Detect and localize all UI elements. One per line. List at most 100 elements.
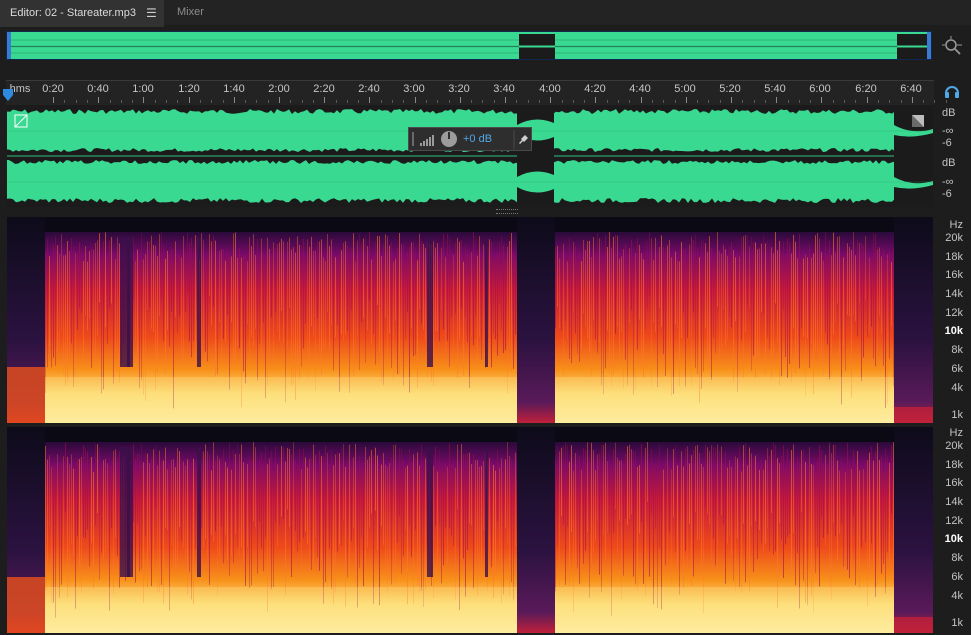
ruler-minor-tick: [75, 100, 77, 103]
ruler-minor-tick: [403, 100, 405, 103]
overview-right-handle[interactable]: [927, 32, 931, 59]
hz-label: 14k: [945, 288, 963, 300]
ruler-tick-label: 6:20: [855, 83, 877, 95]
hz-label: 18k: [945, 459, 963, 471]
ruler-minor-tick: [584, 100, 586, 103]
ruler-minor-tick: [166, 100, 167, 103]
hz-label: 1k: [951, 409, 963, 421]
ruler-major-tick: [776, 97, 778, 103]
hz-label-bold: 10k: [944, 325, 963, 337]
ruler-minor-tick: [437, 100, 439, 103]
spectrogram-channel-1: [7, 217, 933, 423]
ruler-minor-tick: [855, 100, 857, 103]
panel-resize-handle[interactable]: [496, 209, 518, 214]
ruler-minor-tick: [538, 100, 540, 103]
ruler-minor-tick: [561, 100, 563, 103]
ruler-minor-tick: [572, 100, 574, 103]
db-unit-label: dB: [942, 107, 956, 119]
ruler-minor-tick: [618, 100, 619, 103]
ruler-minor-tick: [651, 100, 653, 103]
ruler-major-tick: [459, 97, 461, 103]
ruler-tick-label: 3:40: [493, 83, 515, 95]
hz-label: 12k: [945, 307, 963, 319]
db-neg-inf-label: -∞: [942, 176, 954, 188]
ruler-minor-tick: [301, 100, 303, 103]
ruler-major-tick: [324, 97, 326, 103]
tab-menu-icon[interactable]: ☰: [146, 2, 157, 25]
hz-label: 14k: [945, 496, 963, 508]
ruler-major-tick: [595, 97, 597, 103]
ruler-minor-tick: [392, 100, 393, 103]
ruler-minor-tick: [877, 100, 879, 103]
ruler-tick-label: 3:20: [448, 83, 470, 95]
ruler-major-tick: [731, 97, 732, 103]
ruler-minor-tick: [482, 100, 484, 103]
hz-label: 12k: [945, 515, 963, 527]
hz-label: 1k: [951, 617, 963, 629]
hz-label: 16k: [945, 477, 963, 489]
ruler-minor-tick: [211, 100, 213, 103]
ruler-tick-label: 5:20: [719, 83, 741, 95]
waveform-display[interactable]: [7, 105, 933, 207]
ruler-minor-tick: [764, 100, 766, 103]
ruler-major-tick: [188, 97, 190, 103]
tab-mixer[interactable]: Mixer: [166, 0, 234, 25]
pin-icon: [519, 135, 528, 144]
hz-label: 16k: [945, 269, 963, 281]
spectral-display-left[interactable]: [7, 217, 933, 423]
hz-label: 20k: [945, 232, 963, 244]
hz-scale-1: Hz 20k 18k 16k 14k 12k 10k 8k 6k 4k 1k: [936, 217, 971, 423]
overview-navigator[interactable]: [6, 31, 932, 60]
ruler-tick-label: 1:00: [132, 83, 154, 95]
ruler-tick-label: 2:20: [313, 83, 335, 95]
tab-editor[interactable]: Editor: 02 - Stareater.mp3 ☰: [0, 0, 164, 27]
ruler-minor-tick: [923, 100, 925, 103]
ruler-minor-tick: [448, 100, 450, 103]
hz-scale-2: Hz 20k 18k 16k 14k 12k 10k 8k 6k 4k 1k: [936, 427, 971, 633]
zoom-icon[interactable]: [941, 35, 963, 57]
ruler-tick-label: 2:00: [268, 83, 290, 95]
ruler-major-tick: [279, 97, 280, 103]
ruler-tick-label: 0:40: [87, 83, 109, 95]
overview-waveform: [7, 32, 931, 59]
hz-label: 8k: [951, 552, 963, 564]
ruler-minor-tick: [86, 100, 88, 103]
ruler-minor-tick: [290, 100, 292, 103]
ruler-major-tick: [821, 97, 823, 103]
hz-label: 4k: [951, 590, 963, 602]
hz-unit-label: Hz: [949, 219, 963, 231]
hz-label-bold: 10k: [944, 533, 963, 545]
ruler-minor-tick: [832, 100, 834, 103]
ruler-minor-tick: [358, 100, 360, 103]
ruler-minor-tick: [154, 100, 156, 103]
ruler-tick-label: 1:20: [178, 83, 200, 95]
ruler-minor-tick: [346, 100, 348, 103]
headphones-icon[interactable]: [944, 83, 960, 99]
ruler-minor-tick: [674, 100, 676, 103]
spectrogram-channel-2: [7, 427, 933, 633]
volume-hud[interactable]: +0 dB: [408, 127, 532, 151]
hz-label: 20k: [945, 440, 963, 452]
ruler-minor-tick: [810, 100, 812, 103]
hz-label: 6k: [951, 571, 963, 583]
ruler-minor-tick: [256, 100, 258, 103]
volume-value: +0 dB: [463, 133, 493, 145]
playhead-marker[interactable]: [3, 89, 13, 101]
overview-left-handle[interactable]: [7, 32, 11, 59]
db-unit-label: dB: [942, 157, 956, 169]
ruler-minor-tick: [132, 100, 134, 103]
ruler-major-tick: [685, 97, 687, 103]
tab-editor-label: Editor: 02 - Stareater.mp3: [10, 7, 136, 19]
time-ruler[interactable]: hms 0:20 0:40 1:00 1:20 1:40 2:00 2:20 2…: [6, 80, 947, 105]
ruler-tick-label: 6:00: [809, 83, 831, 95]
spectral-display-right[interactable]: [7, 427, 933, 633]
ruler-minor-tick: [742, 100, 744, 103]
meter-icon: [420, 143, 422, 146]
ruler-minor-tick: [697, 100, 699, 103]
ruler-minor-tick: [844, 100, 845, 103]
ruler-tick-label: 1:40: [223, 83, 245, 95]
ruler-minor-tick: [120, 100, 122, 103]
ruler-minor-tick: [753, 100, 755, 103]
tab-bar: Editor: 02 - Stareater.mp3 ☰ Mixer: [0, 0, 971, 27]
tab-mixer-label: Mixer: [177, 6, 204, 18]
